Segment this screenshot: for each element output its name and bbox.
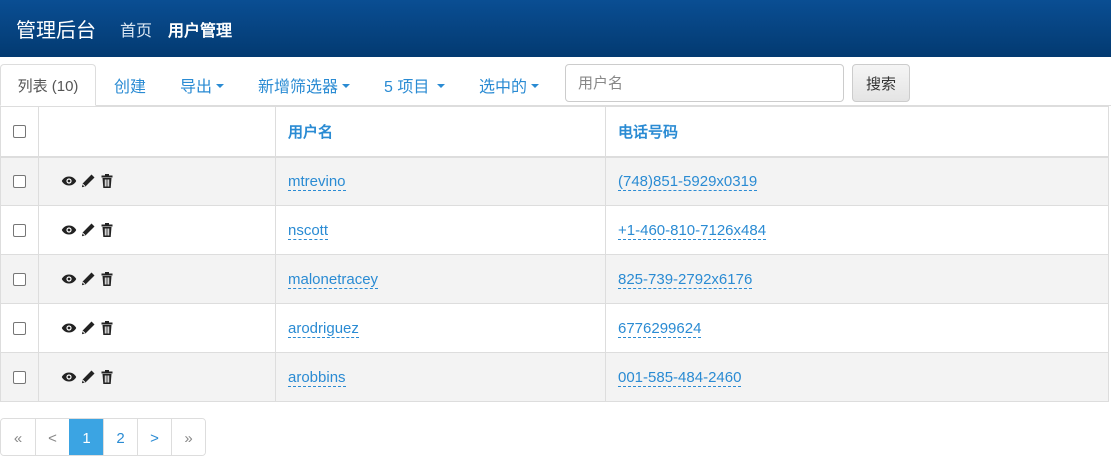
selected-label: 选中的 xyxy=(479,79,528,96)
row-actions xyxy=(51,173,263,189)
username-cell: nscott xyxy=(275,205,606,255)
row-actions-cell xyxy=(38,156,276,206)
row-checkbox[interactable] xyxy=(13,322,26,336)
username-editable[interactable]: malonetracey xyxy=(288,270,379,289)
nav-link-user-management[interactable]: 用户管理 xyxy=(168,17,232,41)
username-editable[interactable]: mtrevino xyxy=(288,172,346,191)
header-username[interactable]: 用户名 xyxy=(275,106,606,158)
table-row: malonetracey 825-739-2792x6176 xyxy=(0,254,1109,304)
add-filter-label: 新增筛选器 xyxy=(258,79,339,96)
trash-icon[interactable] xyxy=(99,320,115,336)
add-filter-dropdown[interactable]: 新增筛选器 xyxy=(258,64,351,106)
list-toolbar: 列表 (10) 创建 导出 新增筛选器 5 项目 选中的 搜索 xyxy=(0,64,1111,106)
top-navbar: 管理后台 首页 用户管理 xyxy=(0,0,1111,57)
row-actions xyxy=(51,320,263,336)
trash-icon[interactable] xyxy=(99,173,115,189)
nav-link-home[interactable]: 首页 xyxy=(120,17,152,41)
row-actions-cell xyxy=(38,205,276,255)
username-editable[interactable]: arodriguez xyxy=(288,319,359,338)
row-actions xyxy=(51,271,263,287)
header-actions-cell xyxy=(38,106,276,158)
caret-down-icon xyxy=(342,84,351,88)
page-prev-button[interactable]: < xyxy=(35,419,69,455)
pencil-icon[interactable] xyxy=(80,320,96,336)
row-actions xyxy=(51,369,263,385)
per-page-dropdown[interactable]: 5 项目 xyxy=(384,64,446,106)
eye-icon[interactable] xyxy=(61,271,77,287)
page-next-button[interactable]: > xyxy=(137,419,171,455)
phone-cell: +1-460-810-7126x484 xyxy=(605,205,1109,255)
export-label: 导出 xyxy=(180,79,213,96)
username-cell: arobbins xyxy=(275,352,606,402)
caret-down-icon xyxy=(531,84,540,88)
pagination: « < 1 2 > » xyxy=(0,418,206,456)
table-body: mtrevino (748)851-5929x0319 nscott +1-460-8… xyxy=(0,156,1109,402)
row-actions xyxy=(51,222,263,238)
username-cell: malonetracey xyxy=(275,254,606,304)
per-page-label: 5 项目 xyxy=(384,79,430,96)
tab-list[interactable]: 列表 (10) xyxy=(0,64,96,106)
eye-icon[interactable] xyxy=(61,320,77,336)
pencil-icon[interactable] xyxy=(80,369,96,385)
username-cell: mtrevino xyxy=(275,156,606,206)
export-dropdown[interactable]: 导出 xyxy=(180,64,225,106)
pencil-icon[interactable] xyxy=(80,173,96,189)
caret-down-icon xyxy=(437,84,446,88)
table-row: arodriguez 6776299624 xyxy=(0,303,1109,353)
row-actions-cell xyxy=(38,303,276,353)
row-select-cell xyxy=(0,254,39,304)
page-first-button[interactable]: « xyxy=(1,419,35,455)
table-header-row: 用户名 电话号码 xyxy=(0,106,1109,158)
row-checkbox[interactable] xyxy=(13,371,26,385)
table-row: nscott +1-460-810-7126x484 xyxy=(0,205,1109,255)
row-actions-cell xyxy=(38,352,276,402)
page-last-button[interactable]: » xyxy=(171,419,205,455)
row-select-cell xyxy=(0,303,39,353)
search-input[interactable] xyxy=(565,64,844,102)
users-table: 用户名 电话号码 mtrevino (748)851-5929x0319 nscot… xyxy=(0,106,1109,402)
row-select-cell xyxy=(0,205,39,255)
eye-icon[interactable] xyxy=(61,173,77,189)
trash-icon[interactable] xyxy=(99,271,115,287)
username-cell: arodriguez xyxy=(275,303,606,353)
row-select-cell xyxy=(0,352,39,402)
phone-editable[interactable]: 6776299624 xyxy=(618,319,702,338)
eye-icon[interactable] xyxy=(61,222,77,238)
table-row: mtrevino (748)851-5929x0319 xyxy=(0,156,1109,206)
username-editable[interactable]: arobbins xyxy=(288,368,346,387)
trash-icon[interactable] xyxy=(99,369,115,385)
row-checkbox[interactable] xyxy=(13,273,26,287)
page-1-button[interactable]: 1 xyxy=(69,419,103,455)
phone-cell: (748)851-5929x0319 xyxy=(605,156,1109,206)
phone-editable[interactable]: 825-739-2792x6176 xyxy=(618,270,753,289)
phone-cell: 001-585-484-2460 xyxy=(605,352,1109,402)
phone-editable[interactable]: 001-585-484-2460 xyxy=(618,368,742,387)
trash-icon[interactable] xyxy=(99,222,115,238)
row-checkbox[interactable] xyxy=(13,175,26,189)
page-2-button[interactable]: 2 xyxy=(103,419,137,455)
row-select-cell xyxy=(0,156,39,206)
search-button[interactable]: 搜索 xyxy=(852,64,910,102)
select-all-checkbox[interactable] xyxy=(13,125,26,139)
phone-editable[interactable]: (748)851-5929x0319 xyxy=(618,172,758,191)
pencil-icon[interactable] xyxy=(80,271,96,287)
create-button[interactable]: 创建 xyxy=(114,64,146,106)
eye-icon[interactable] xyxy=(61,369,77,385)
username-editable[interactable]: nscott xyxy=(288,221,329,240)
caret-down-icon xyxy=(216,84,225,88)
phone-cell: 825-739-2792x6176 xyxy=(605,254,1109,304)
row-checkbox[interactable] xyxy=(13,224,26,238)
phone-editable[interactable]: +1-460-810-7126x484 xyxy=(618,221,767,240)
create-label: 创建 xyxy=(114,79,147,96)
pencil-icon[interactable] xyxy=(80,222,96,238)
header-phone[interactable]: 电话号码 xyxy=(605,106,1109,158)
table-row: arobbins 001-585-484-2460 xyxy=(0,352,1109,402)
row-actions-cell xyxy=(38,254,276,304)
brand-title[interactable]: 管理后台 xyxy=(16,14,96,43)
phone-cell: 6776299624 xyxy=(605,303,1109,353)
selected-actions-dropdown[interactable]: 选中的 xyxy=(479,64,540,106)
header-select-all-cell xyxy=(0,106,39,158)
